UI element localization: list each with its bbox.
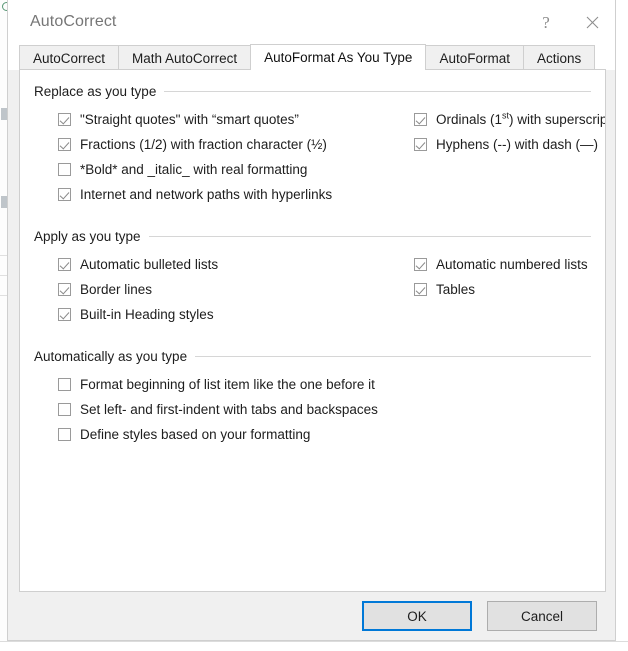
autocorrect-dialog: AutoCorrect ? AutoCorrect Math AutoCorrec… xyxy=(7,0,616,641)
checkbox-row-hyphens-with-dash[interactable]: Hyphens (--) with dash (—) xyxy=(408,132,605,157)
checkbox-label: "Straight quotes" with “smart quotes” xyxy=(80,111,299,127)
checkbox-unchecked-icon[interactable] xyxy=(58,163,71,176)
checkbox-checked-icon[interactable] xyxy=(58,283,71,296)
checkbox-label: Automatic numbered lists xyxy=(436,256,588,272)
checkbox-row-straight-quotes-with-smart-quotes[interactable]: "Straight quotes" with “smart quotes” xyxy=(34,107,408,132)
group-title-text: Automatically as you type xyxy=(34,349,188,364)
checkbox-label: Automatic bulleted lists xyxy=(80,256,219,272)
tab-autoformat[interactable]: AutoFormat xyxy=(425,45,524,70)
background-line-a xyxy=(0,255,7,256)
group-column-right xyxy=(408,372,591,447)
group-body: "Straight quotes" with “smart quotes” Fra… xyxy=(34,99,605,207)
checkbox-row-bold-and-italic-with-real-formatting[interactable]: *Bold* and _italic_ with real formatting xyxy=(34,157,408,182)
checkbox-row-tables[interactable]: Tables xyxy=(408,277,591,302)
group-column-left: "Straight quotes" with “smart quotes” Fra… xyxy=(34,107,408,207)
group-title: Replace as you type xyxy=(34,84,591,99)
group-title: Apply as you type xyxy=(34,229,591,244)
background-line-b xyxy=(0,275,7,276)
group-title-text: Replace as you type xyxy=(34,84,157,99)
titlebar-buttons: ? xyxy=(523,0,615,44)
group-separator xyxy=(164,91,591,92)
group-body: Format beginning of list item like the o… xyxy=(34,364,591,447)
checkbox-row-border-lines[interactable]: Border lines xyxy=(34,277,408,302)
close-icon xyxy=(586,16,598,28)
group-title: Automatically as you type xyxy=(34,349,591,364)
checkbox-row-automatic-bulleted-lists[interactable]: Automatic bulleted lists xyxy=(34,252,408,277)
dialog-title: AutoCorrect xyxy=(30,13,117,30)
autoformat-as-you-type-panel: Replace as you type "Straight quotes" wit… xyxy=(19,69,606,592)
checkbox-row-built-in-heading-styles[interactable]: Built-in Heading styles xyxy=(34,302,408,327)
checkbox-unchecked-icon[interactable] xyxy=(58,378,71,391)
checkbox-label: Internet and network paths with hyperlin… xyxy=(80,186,333,202)
checkbox-row-define-styles-based-on-your-formatting[interactable]: Define styles based on your formatting xyxy=(34,422,408,447)
group-replace-as-you-type: Replace as you type "Straight quotes" wit… xyxy=(34,84,605,207)
checkbox-row-fractions-1-2-with-fraction-character[interactable]: Fractions (1/2) with fraction character … xyxy=(34,132,408,157)
checkbox-checked-icon[interactable] xyxy=(58,308,71,321)
checkbox-label: Define styles based on your formatting xyxy=(80,426,311,442)
tab-actions[interactable]: Actions xyxy=(522,45,596,70)
tab-autocorrect[interactable]: AutoCorrect xyxy=(19,45,120,70)
background-line-c xyxy=(0,295,7,296)
tab-autoformat-as-you-type[interactable]: AutoFormat As You Type xyxy=(250,44,427,70)
checkbox-checked-icon[interactable] xyxy=(414,113,427,126)
help-question-icon: ? xyxy=(542,12,550,32)
checkbox-label: Fractions (1/2) with fraction character … xyxy=(80,136,327,152)
group-apply-as-you-type: Apply as you type Automatic bulleted list… xyxy=(34,229,591,327)
checkbox-label: Format beginning of list item like the o… xyxy=(80,376,375,392)
checkbox-label: Set left- and first-indent with tabs and… xyxy=(80,401,378,417)
checkbox-row-ordinals-1st-with-superscript[interactable]: Ordinals (1st) with superscript xyxy=(408,107,606,132)
group-separator xyxy=(148,236,591,237)
checkbox-row-internet-and-network-paths-with-hyperlinks[interactable]: Internet and network paths with hyperlin… xyxy=(34,182,408,207)
checkbox-label: Tables xyxy=(436,281,476,297)
checkbox-row-format-beginning-of-list-item-like-the-one-befor[interactable]: Format beginning of list item like the o… xyxy=(34,372,408,397)
group-title-text: Apply as you type xyxy=(34,229,141,244)
group-column-left: Automatic bulleted lists Border lines Buil… xyxy=(34,252,408,327)
group-automatically-as-you-type: Automatically as you type Format beginnin… xyxy=(34,349,591,447)
checkbox-checked-icon[interactable] xyxy=(414,138,427,151)
ordinal-superscript: st xyxy=(502,110,510,121)
help-button[interactable]: ? xyxy=(523,0,569,44)
group-column-left: Format beginning of list item like the o… xyxy=(34,372,408,447)
checkbox-unchecked-icon[interactable] xyxy=(58,403,71,416)
group-body: Automatic bulleted lists Border lines Buil… xyxy=(34,244,591,327)
ok-button[interactable]: OK xyxy=(362,601,472,631)
checkbox-label: Hyphens (--) with dash (—) xyxy=(436,136,599,152)
checkbox-checked-icon[interactable] xyxy=(58,113,71,126)
checkbox-checked-icon[interactable] xyxy=(414,258,427,271)
dialog-titlebar: AutoCorrect ? xyxy=(8,0,615,44)
checkbox-unchecked-icon[interactable] xyxy=(58,428,71,441)
group-column-right: Automatic numbered lists Tables xyxy=(408,252,591,327)
checkbox-checked-icon[interactable] xyxy=(414,283,427,296)
dialog-tabstrip: AutoCorrect Math AutoCorrect AutoFormat As… xyxy=(8,44,615,70)
checkbox-checked-icon[interactable] xyxy=(58,188,71,201)
checkbox-label: *Bold* and _italic_ with real formatting xyxy=(80,161,308,177)
checkbox-checked-icon[interactable] xyxy=(58,138,71,151)
close-button[interactable] xyxy=(569,0,615,44)
tab-math-autocorrect[interactable]: Math AutoCorrect xyxy=(118,45,252,70)
checkbox-label: Ordinals (1st) with superscript xyxy=(436,110,606,127)
checkbox-label: Built-in Heading styles xyxy=(80,306,214,322)
dialog-footer: OK Cancel xyxy=(8,592,615,640)
group-separator xyxy=(195,356,591,357)
checkbox-row-automatic-numbered-lists[interactable]: Automatic numbered lists xyxy=(408,252,591,277)
checkbox-row-set-left-and-first-indent-with-tabs-and-backspac[interactable]: Set left- and first-indent with tabs and… xyxy=(34,397,408,422)
cancel-button[interactable]: Cancel xyxy=(487,601,597,631)
checkbox-label: Border lines xyxy=(80,281,153,297)
group-column-right: Ordinals (1st) with superscript Hyphens (… xyxy=(408,107,606,207)
checkbox-checked-icon[interactable] xyxy=(58,258,71,271)
